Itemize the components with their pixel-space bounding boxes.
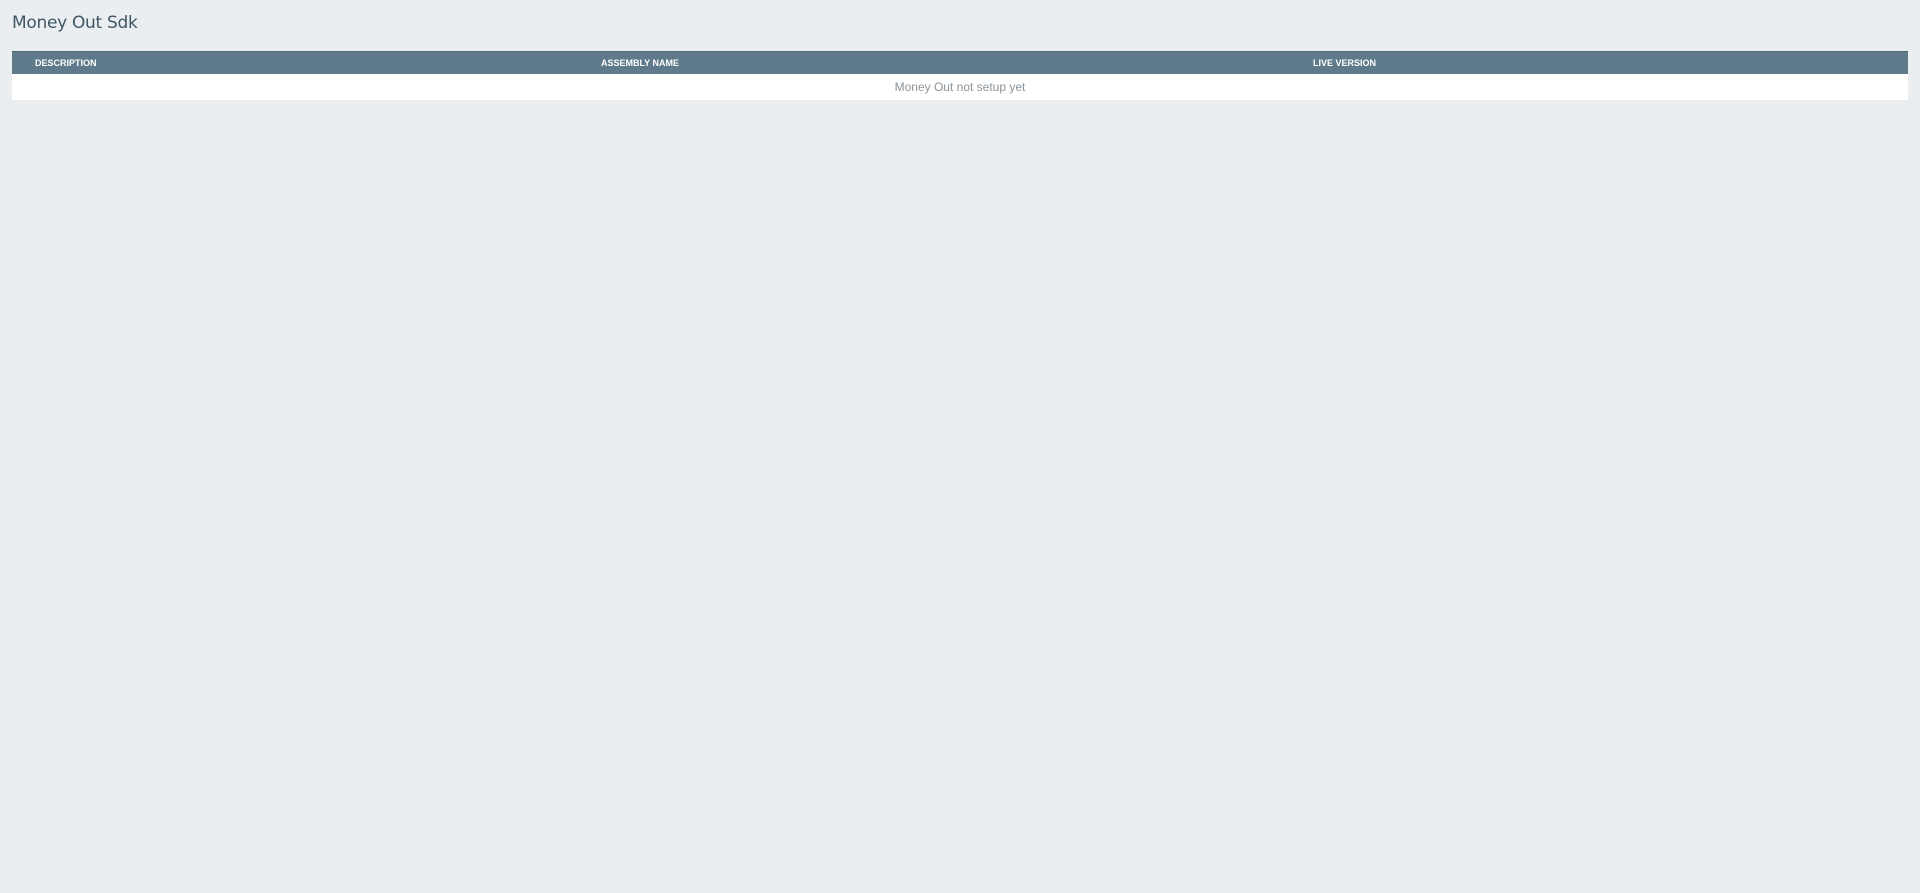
column-header-live-version[interactable]: LIVE VERSION bbox=[1313, 51, 1908, 74]
sdk-table-container: DESCRIPTION ASSEMBLY NAME LIVE VERSION M… bbox=[12, 51, 1908, 100]
empty-state-message: Money Out not setup yet bbox=[894, 79, 1026, 94]
page-title: Money Out Sdk bbox=[12, 13, 138, 33]
sdk-table: DESCRIPTION ASSEMBLY NAME LIVE VERSION M… bbox=[12, 51, 1908, 100]
column-header-description[interactable]: DESCRIPTION bbox=[12, 51, 601, 74]
table-row-empty: Money Out not setup yet bbox=[12, 73, 1908, 100]
table-body: Money Out not setup yet bbox=[12, 73, 1908, 100]
table-header: DESCRIPTION ASSEMBLY NAME LIVE VERSION bbox=[12, 51, 1908, 74]
table-header-row: DESCRIPTION ASSEMBLY NAME LIVE VERSION bbox=[12, 51, 1908, 74]
column-header-assembly-name[interactable]: ASSEMBLY NAME bbox=[601, 51, 1313, 74]
